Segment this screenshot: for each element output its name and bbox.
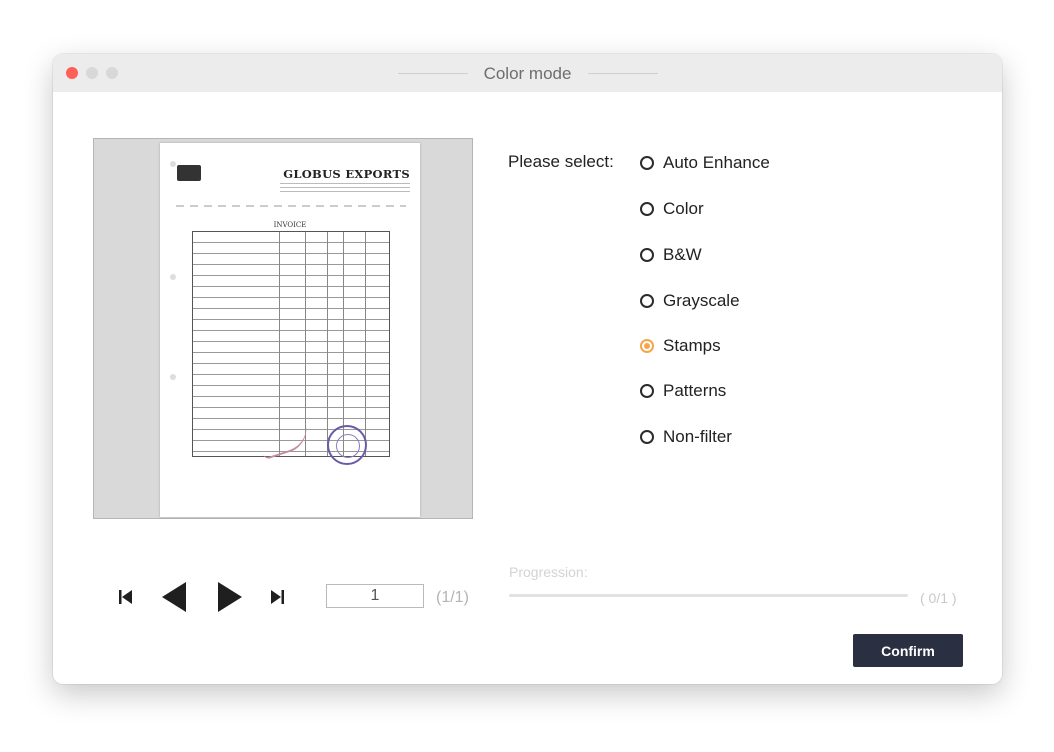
radio-icon	[640, 202, 654, 216]
radio-icon	[640, 430, 654, 444]
color-mode-window: Color mode GLOBUS EXPORTS INVOICE Please…	[53, 54, 1002, 684]
select-label: Please select:	[508, 152, 614, 171]
document-preview: GLOBUS EXPORTS INVOICE	[93, 138, 473, 519]
option-label: Color	[663, 199, 704, 218]
document-logo	[177, 165, 201, 181]
option-label: Auto Enhance	[663, 153, 770, 172]
option-patterns[interactable]: Patterns	[640, 380, 726, 402]
option-label: B&W	[663, 245, 702, 264]
radio-selected-icon	[640, 339, 654, 353]
previous-page-icon[interactable]	[161, 581, 187, 613]
option-color[interactable]: Color	[640, 198, 704, 220]
option-label: Stamps	[663, 336, 721, 355]
page-count: (1/1)	[436, 589, 469, 606]
radio-icon	[640, 294, 654, 308]
document-reference-line	[176, 205, 406, 207]
first-page-icon[interactable]	[119, 589, 133, 605]
page-number-input[interactable]	[326, 584, 424, 608]
option-label: Non-filter	[663, 427, 732, 446]
punch-hole	[170, 161, 176, 167]
document-brand: GLOBUS EXPORTS	[283, 167, 410, 181]
option-bw[interactable]: B&W	[640, 244, 702, 266]
option-label: Patterns	[663, 381, 727, 400]
progress-count: ( 0/1 )	[920, 590, 957, 606]
title-bar: Color mode	[53, 54, 1002, 92]
last-page-icon[interactable]	[270, 589, 284, 605]
radio-icon	[640, 248, 654, 262]
progress-bar	[509, 594, 908, 597]
confirm-button[interactable]: Confirm	[853, 634, 963, 667]
punch-hole	[170, 274, 176, 280]
punch-hole	[170, 374, 176, 380]
title-divider-right	[588, 73, 658, 74]
window-title: Color mode	[483, 64, 572, 83]
next-page-icon[interactable]	[217, 581, 243, 613]
radio-icon	[640, 156, 654, 170]
option-auto-enhance[interactable]: Auto Enhance	[640, 152, 770, 174]
document-address-lines	[280, 183, 410, 195]
option-non-filter[interactable]: Non-filter	[640, 426, 732, 448]
option-grayscale[interactable]: Grayscale	[640, 290, 740, 312]
company-stamp	[327, 425, 367, 465]
option-stamps[interactable]: Stamps	[640, 335, 721, 357]
option-label: Grayscale	[663, 291, 740, 310]
document-page: GLOBUS EXPORTS INVOICE	[160, 143, 420, 517]
progress-label: Progression:	[509, 564, 588, 580]
invoice-table	[192, 231, 390, 457]
document-heading: INVOICE	[273, 221, 307, 229]
radio-icon	[640, 384, 654, 398]
